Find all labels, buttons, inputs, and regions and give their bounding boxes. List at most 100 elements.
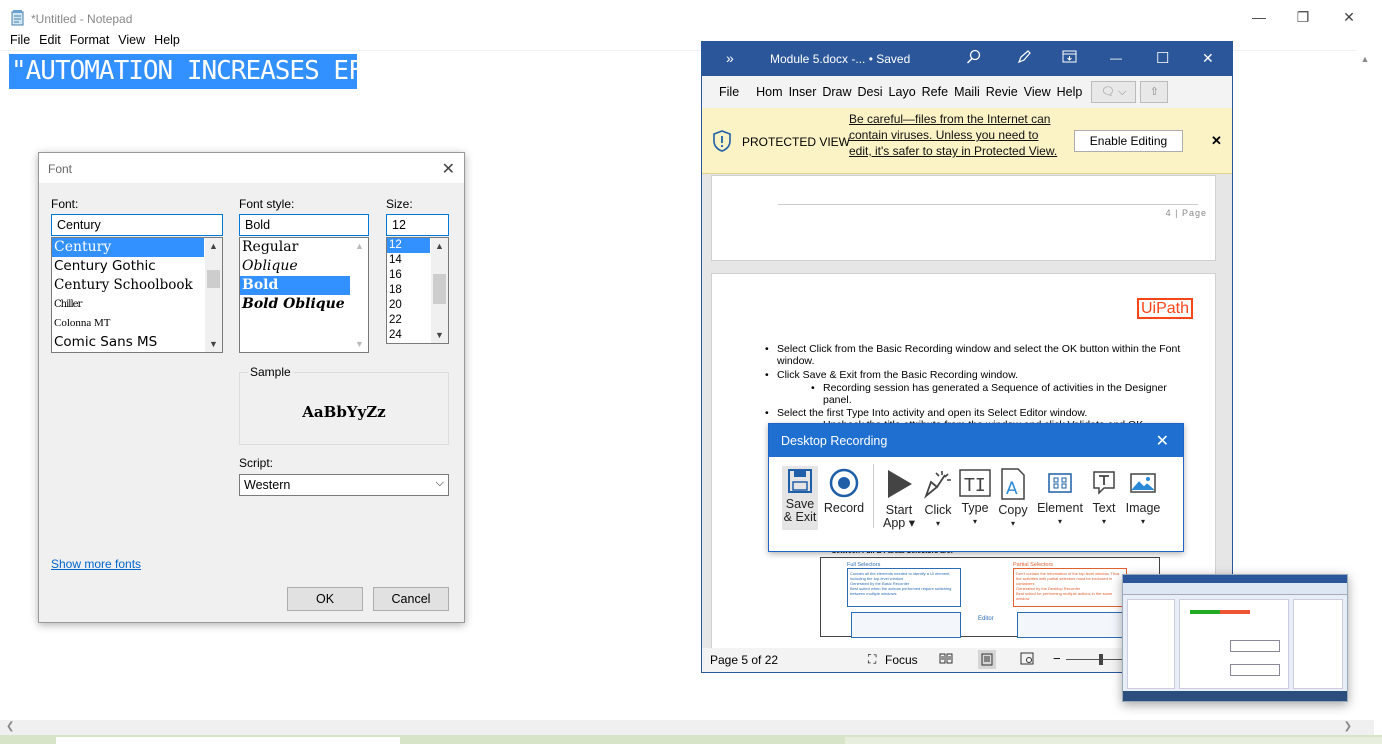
- word-close-button[interactable]: ✕: [1202, 50, 1214, 67]
- font-option[interactable]: Century: [52, 238, 204, 257]
- font-style-list[interactable]: Regular Oblique Bold Bold Oblique ▲ ▼: [239, 237, 369, 353]
- scroll-down-icon[interactable]: ▼: [431, 327, 448, 343]
- menu-view[interactable]: View: [114, 32, 150, 50]
- show-more-fonts-link[interactable]: Show more fonts: [51, 557, 141, 571]
- scroll-up-icon[interactable]: ▲: [431, 238, 448, 254]
- print-layout-icon[interactable]: [978, 650, 996, 669]
- selected-text[interactable]: "AUTOMATION INCREASES EFFICIENCY": [9, 54, 357, 89]
- scroll-up-icon[interactable]: ▲: [1356, 54, 1374, 64]
- scroll-down-icon[interactable]: ▼: [205, 336, 222, 352]
- record-button[interactable]: Record: [823, 468, 865, 515]
- chevron-down-icon: ▾: [1101, 517, 1106, 526]
- chevron-down-icon: ▾: [1140, 517, 1145, 526]
- tab-review[interactable]: Revie: [983, 85, 1021, 99]
- font-style-input[interactable]: Bold: [239, 214, 369, 236]
- start-app-button[interactable]: Start App ▾: [881, 468, 917, 530]
- font-list[interactable]: Century Century Gothic Century Schoolboo…: [51, 237, 223, 353]
- tab-home[interactable]: Hom: [753, 85, 785, 99]
- enable-editing-button[interactable]: Enable Editing: [1074, 130, 1183, 152]
- desktop-recording-close-icon[interactable]: ✕: [1156, 431, 1169, 451]
- focus-button[interactable]: Focus: [885, 653, 918, 667]
- tab-references[interactable]: Refe: [919, 85, 951, 99]
- tab-help[interactable]: Help: [1054, 85, 1086, 99]
- style-option[interactable]: Regular: [240, 238, 368, 257]
- pen-icon[interactable]: [1016, 49, 1032, 68]
- size-input[interactable]: 12: [386, 214, 449, 236]
- studio-preview-thumbnail[interactable]: [1122, 574, 1348, 702]
- word-minimize-button[interactable]: —: [1110, 51, 1122, 65]
- style-option[interactable]: Bold: [240, 276, 350, 295]
- image-button[interactable]: Image ▾: [1123, 468, 1163, 528]
- menu-format[interactable]: Format: [66, 32, 115, 50]
- click-button[interactable]: Click ▾: [921, 468, 955, 530]
- zoom-slider-thumb[interactable]: [1099, 654, 1103, 665]
- cancel-button[interactable]: Cancel: [373, 587, 449, 611]
- notepad-title: *Untitled - Notepad: [31, 12, 133, 26]
- font-option[interactable]: Chiller: [52, 295, 222, 314]
- scroll-left-icon[interactable]: ❮: [6, 721, 14, 732]
- ribbon-display-icon[interactable]: [1062, 50, 1077, 66]
- font-list-scrollbar[interactable]: ▲ ▼: [205, 238, 222, 352]
- focus-icon[interactable]: ⛶: [868, 652, 876, 667]
- close-button[interactable]: ✕: [1326, 0, 1372, 34]
- menu-file[interactable]: File: [0, 32, 35, 50]
- menu-help[interactable]: Help: [150, 32, 185, 50]
- tab-mailings[interactable]: Maili: [951, 85, 983, 99]
- scroll-thumb[interactable]: [433, 274, 446, 304]
- ok-button[interactable]: OK: [287, 587, 363, 611]
- web-layout-icon[interactable]: [1020, 652, 1034, 668]
- text-button[interactable]: Text ▾: [1087, 468, 1121, 528]
- comments-button[interactable]: 🗨 ⌵: [1091, 81, 1137, 103]
- size-option[interactable]: 12: [387, 238, 430, 253]
- font-input[interactable]: Century: [51, 214, 223, 236]
- font-option[interactable]: Colonna MT: [52, 314, 222, 333]
- tab-layout[interactable]: Layo: [886, 85, 919, 99]
- type-button[interactable]: TI Type ▾: [958, 468, 992, 528]
- font-option[interactable]: Century Schoolbook: [52, 276, 222, 295]
- word-restore-button[interactable]: ☐: [1156, 49, 1169, 67]
- element-button[interactable]: Element ▾: [1035, 468, 1085, 528]
- full-selectors-box: Contain all the elements needed to ident…: [847, 568, 961, 607]
- size-list[interactable]: 12 14 16 18 20 22 24 ▲ ▼: [386, 237, 449, 344]
- size-list-scrollbar[interactable]: ▲ ▼: [431, 238, 448, 343]
- zoom-slider[interactable]: [1066, 654, 1126, 665]
- scroll-up-icon[interactable]: ▲: [205, 238, 222, 254]
- tab-draw[interactable]: Draw: [819, 85, 854, 99]
- protected-view-close-icon[interactable]: ✕: [1211, 133, 1222, 149]
- save-exit-button[interactable]: Save & Exit: [781, 468, 819, 524]
- style-list-scrollbar[interactable]: ▲ ▼: [351, 238, 368, 352]
- font-dialog-close-icon[interactable]: ✕: [442, 159, 455, 179]
- tool-label: App ▾: [883, 516, 915, 530]
- bullet-text: Recording session has generated a Sequen…: [823, 382, 1167, 406]
- taskbar-search[interactable]: [56, 737, 400, 744]
- scroll-up-icon[interactable]: ▲: [351, 238, 368, 254]
- menu-edit[interactable]: Edit: [35, 32, 66, 50]
- taskbar-tray: [845, 737, 1382, 744]
- tab-design[interactable]: Desi: [855, 85, 886, 99]
- restore-button[interactable]: ❐: [1280, 0, 1326, 34]
- scroll-thumb[interactable]: [207, 270, 220, 288]
- copy-button[interactable]: A Copy ▾: [996, 468, 1030, 530]
- scroll-down-icon[interactable]: ▼: [351, 336, 368, 352]
- protected-view-message[interactable]: Be careful—files from the Internet can c…: [849, 111, 1059, 159]
- size-label: Size:: [386, 197, 413, 211]
- share-button[interactable]: ⇧: [1140, 81, 1169, 103]
- scroll-right-icon[interactable]: ❯: [1344, 721, 1352, 732]
- style-option[interactable]: Oblique: [240, 257, 368, 276]
- font-option[interactable]: Comic Sans MS: [52, 333, 222, 352]
- zoom-out-icon[interactable]: −: [1053, 651, 1061, 666]
- tab-view[interactable]: View: [1021, 85, 1054, 99]
- read-mode-icon[interactable]: [939, 652, 953, 668]
- minimize-button[interactable]: —: [1236, 0, 1282, 34]
- script-select[interactable]: Western ⌵: [239, 474, 449, 496]
- tab-insert[interactable]: Inser: [786, 85, 820, 99]
- diagram-item: Best suited when the actions performed r…: [850, 586, 952, 596]
- notepad-vertical-scrollbar[interactable]: ▲: [1356, 50, 1374, 720]
- tab-file[interactable]: File: [702, 85, 753, 99]
- chevron-right-icon[interactable]: »: [726, 50, 734, 66]
- notepad-horizontal-scrollbar[interactable]: ❮ ❯: [0, 720, 1374, 735]
- notepad-title-bar: *Untitled - Notepad — ❐ ✕: [0, 0, 1382, 34]
- font-option[interactable]: Century Gothic: [52, 257, 222, 276]
- style-option[interactable]: Bold Oblique: [240, 295, 368, 314]
- search-icon[interactable]: [966, 49, 982, 68]
